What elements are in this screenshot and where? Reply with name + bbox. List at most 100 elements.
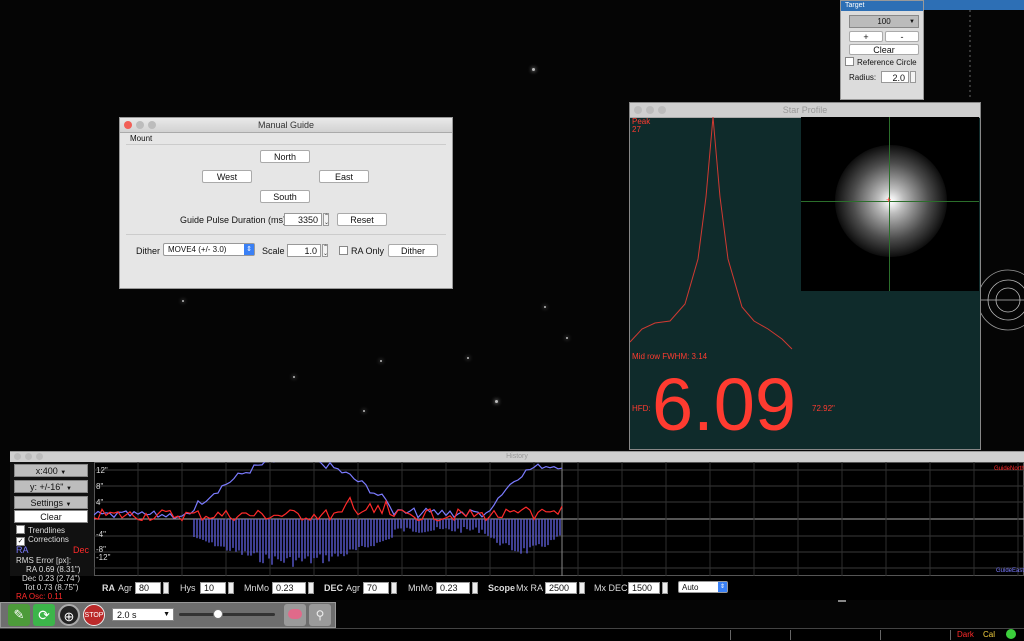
minimize-icon[interactable]: [136, 121, 144, 129]
star-profile-titlebar[interactable]: Star Profile: [630, 103, 980, 118]
checkbox-icon[interactable]: [845, 57, 854, 66]
zoom-icon[interactable]: [148, 121, 156, 129]
history-graph: [94, 462, 1024, 576]
history-settings-button[interactable]: Settings ▼: [14, 496, 88, 509]
max-ra-input[interactable]: 2500: [545, 582, 577, 594]
target-titlebar[interactable]: Target: [841, 1, 923, 11]
minimize-icon[interactable]: [646, 106, 654, 114]
chevron-down-icon: ▼: [60, 470, 67, 476]
target-zoom-in-button[interactable]: +: [849, 31, 883, 42]
ra-agr-stepper[interactable]: [163, 582, 169, 594]
guide-east-label: GuideEast: [996, 568, 1024, 574]
ra-mnmo-label: MnMo: [244, 583, 270, 593]
history-clear-button[interactable]: Clear: [14, 510, 88, 523]
radius-input[interactable]: 2.0: [881, 71, 909, 83]
north-button[interactable]: North: [260, 150, 310, 163]
ra-only-checkbox[interactable]: RA Only: [339, 245, 384, 257]
dec-mnmo-stepper[interactable]: [472, 582, 478, 594]
y-tick-label: -12": [96, 553, 111, 562]
refresh-icon: ⟳: [38, 607, 50, 623]
scale-input[interactable]: 1.0: [287, 244, 321, 257]
loop-button[interactable]: ⟳: [33, 604, 55, 626]
east-button[interactable]: East: [319, 170, 369, 183]
star-search-button[interactable]: ⚲: [309, 604, 331, 626]
max-dec-stepper[interactable]: [662, 582, 668, 594]
scope-section-label: Scope: [488, 583, 516, 593]
ra-only-label: RA Only: [351, 246, 385, 256]
checkbox-icon[interactable]: [339, 246, 348, 255]
target-zoom-out-button[interactable]: -: [885, 31, 919, 42]
max-dec-input[interactable]: 1500: [628, 582, 660, 594]
corrections-label: Corrections: [28, 535, 69, 544]
star-profile-window: Star Profile Peak 27 + Mid row FWHM: 3.1…: [629, 102, 981, 450]
dec-mode-select[interactable]: Auto ⇕: [678, 581, 728, 593]
ra-agr-input[interactable]: 80: [135, 582, 161, 594]
loop-exposure-button[interactable]: ✎: [8, 604, 30, 626]
target-zoom-select[interactable]: 100 ▼: [849, 15, 919, 28]
dec-section-label: DEC: [324, 583, 344, 593]
dark-status: Dark: [957, 630, 974, 639]
ra-mnmo-input[interactable]: 0.23: [272, 582, 306, 594]
ra-osc: RA Osc: 0.11: [16, 592, 63, 601]
magnifier-icon: ⚲: [315, 608, 325, 622]
crosshair-icon: +: [886, 195, 892, 205]
rms-tot: Tot 0.73 (8.75"): [24, 583, 79, 592]
dec-agr-input[interactable]: 70: [363, 582, 389, 594]
target-zoom-value: 100: [877, 17, 891, 26]
scrollbar-indicator[interactable]: [838, 600, 846, 602]
status-divider: [950, 630, 951, 640]
gamma-slider-knob[interactable]: [213, 609, 224, 619]
ra-mnmo-stepper[interactable]: [308, 582, 314, 594]
target-window: Target 100 ▼ + - Clear Reference Circle …: [840, 0, 924, 100]
guide-button[interactable]: ⊕: [58, 604, 80, 626]
max-dec-label: Mx DEC: [594, 583, 628, 593]
manual-guide-titlebar[interactable]: Manual Guide: [120, 118, 452, 133]
dec-mnmo-label: MnMo: [408, 583, 434, 593]
scale-stepper[interactable]: ⌃ ⌄: [322, 244, 328, 257]
y-scale-select[interactable]: y: +/-16" ▼: [14, 480, 88, 493]
dither-mode-select[interactable]: MOVE4 (+/- 3.0) ⇕: [163, 243, 255, 256]
y-tick-label: -4": [96, 530, 106, 539]
dec-mnmo-input[interactable]: 0.23: [436, 582, 470, 594]
south-button[interactable]: South: [260, 190, 310, 203]
x-scale-value: x:400: [35, 466, 58, 476]
stop-icon: STOP: [84, 612, 104, 619]
pulse-duration-stepper[interactable]: ⌃ ⌄: [323, 213, 329, 226]
brain-settings-button[interactable]: [284, 604, 306, 626]
select-arrow-icon: ⇕: [718, 582, 727, 592]
exposure-select[interactable]: 2.0 s ▼: [112, 608, 174, 621]
ra-hys-stepper[interactable]: [228, 582, 234, 594]
zoom-icon[interactable]: [658, 106, 666, 114]
minimize-icon[interactable]: [25, 453, 32, 460]
rms-ra: RA 0.69 (8.31"): [26, 565, 81, 574]
ra-hys-input[interactable]: 10: [200, 582, 226, 594]
select-arrow-icon: ⇕: [244, 244, 254, 255]
gamma-slider-track: [179, 613, 275, 616]
close-icon[interactable]: [14, 453, 21, 460]
star: [566, 337, 568, 339]
max-ra-stepper[interactable]: [579, 582, 585, 594]
west-button[interactable]: West: [202, 170, 252, 183]
dither-button[interactable]: Dither: [388, 244, 438, 257]
target-title: Target: [845, 2, 865, 9]
stop-button[interactable]: STOP: [83, 604, 105, 626]
dec-legend: Dec: [73, 545, 90, 555]
close-icon[interactable]: [634, 106, 642, 114]
zoom-icon[interactable]: [36, 453, 43, 460]
gamma-slider[interactable]: [179, 609, 275, 619]
reset-button[interactable]: Reset: [337, 213, 387, 226]
target-clear-button[interactable]: Clear: [849, 44, 919, 55]
checkbox-icon[interactable]: [16, 525, 25, 534]
close-icon[interactable]: [124, 121, 132, 129]
ra-agr-label: Agr: [118, 583, 133, 593]
trendlines-checkbox[interactable]: Trendlines: [16, 525, 65, 535]
dec-agr-stepper[interactable]: [391, 582, 397, 594]
pulse-duration-input[interactable]: 3350: [284, 213, 322, 226]
status-divider: [730, 630, 731, 640]
x-scale-select[interactable]: x:400 ▼: [14, 464, 88, 477]
chevron-down-icon: ▼: [909, 19, 915, 25]
reference-circle-checkbox[interactable]: Reference Circle: [845, 57, 917, 69]
hfd-arcsec: 72.92": [812, 404, 835, 413]
star: [467, 357, 469, 359]
radius-stepper[interactable]: [910, 71, 916, 83]
